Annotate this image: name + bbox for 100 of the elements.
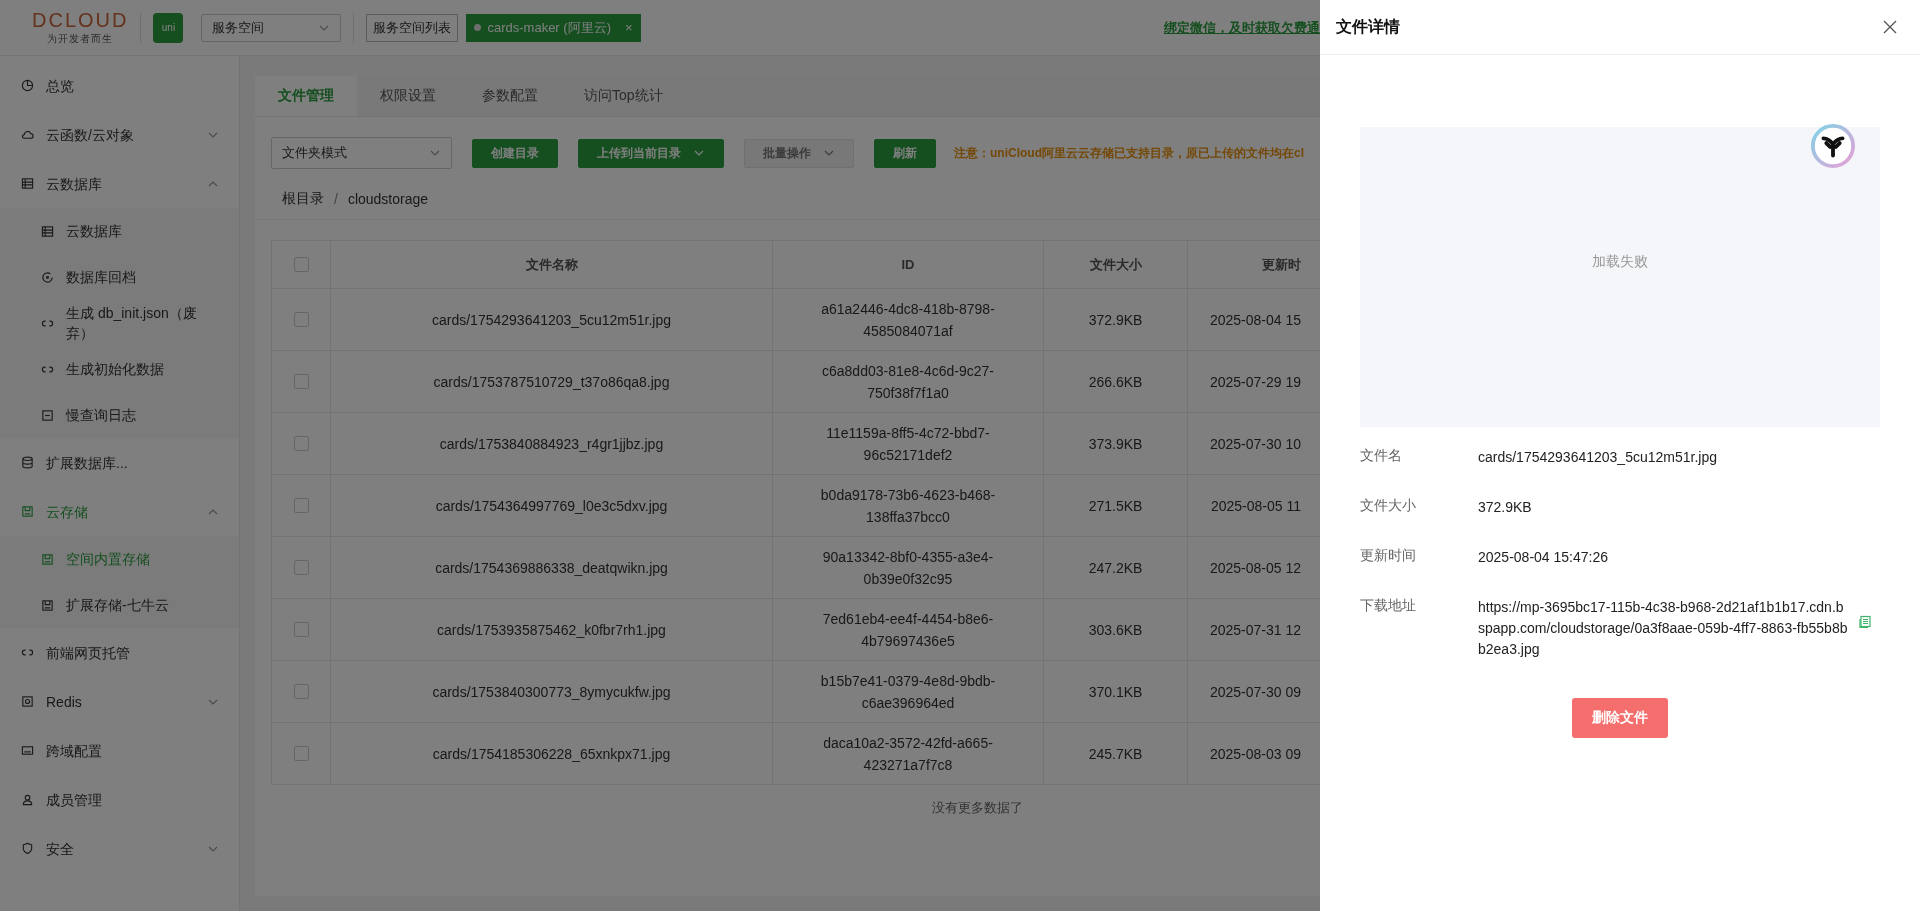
- space-name: cards-maker (阿里云): [487, 18, 611, 37]
- toolbar-button[interactable]: 上传到当前目录: [578, 138, 724, 168]
- row-checkbox[interactable]: [293, 622, 309, 637]
- table-cell: cards/1753840300773_8ymycukfw.jpg: [330, 661, 772, 722]
- sidebar-item[interactable]: 总览: [0, 61, 239, 110]
- row-checkbox[interactable]: [293, 746, 309, 761]
- restore-icon: [41, 270, 54, 284]
- space-tag[interactable]: cards-maker (阿里云) ×: [466, 13, 641, 42]
- breadcrumb-link[interactable]: cloudstorage: [347, 191, 429, 207]
- table-cell: 11e1159a-8ff5-4c72-bbd7-96c52171def2: [772, 413, 1043, 474]
- space-list-button[interactable]: 服务空间列表: [366, 13, 459, 42]
- field-value: 2025-08-04 15:47:26: [1478, 548, 1608, 567]
- tab[interactable]: 参数配置: [459, 76, 561, 116]
- table-cell: cards/1754185306228_65xnkpx71.jpg: [330, 723, 772, 784]
- user-icon: [21, 793, 34, 806]
- sidebar-subitem[interactable]: 空间内置存储: [0, 536, 239, 582]
- sidebar-item[interactable]: 云函数/云对象: [0, 110, 239, 159]
- row-checkbox[interactable]: [293, 498, 309, 513]
- sidebar-item[interactable]: 安全: [0, 824, 239, 873]
- table-cell: 372.9KB: [1043, 289, 1187, 350]
- sidebar-subitem[interactable]: 生成初始化数据: [0, 346, 239, 392]
- space-select[interactable]: 服务空间: [201, 13, 342, 42]
- sidebar-subitem[interactable]: 数据库回档: [0, 254, 239, 300]
- table-cell: 2025-07-29 19: [1187, 351, 1307, 412]
- sidebar-item[interactable]: 成员管理: [0, 775, 239, 824]
- table-cell: cards/1753935875462_k0fbr7rh1.jpg: [330, 599, 772, 660]
- delete-file-button[interactable]: 删除文件: [1572, 698, 1668, 738]
- table-cell: 2025-08-03 09: [1187, 723, 1307, 784]
- table-cell: 2025-07-31 12: [1187, 599, 1307, 660]
- table-cell: 90a13342-8bf0-4355-a3e4-0b39e0f32c95: [772, 537, 1043, 598]
- field-value: 372.9KB: [1478, 498, 1532, 517]
- breadcrumb-separator: /: [334, 191, 338, 207]
- wechat-link[interactable]: 绑定微信，及时获取欠费通: [1164, 18, 1320, 37]
- toolbar-button[interactable]: 刷新: [874, 138, 936, 168]
- field-label: 更新时间: [1360, 546, 1417, 565]
- table-cell: 271.5KB: [1043, 475, 1187, 536]
- table-cell: 2025-08-05 12: [1187, 537, 1307, 598]
- row-checkbox[interactable]: [293, 374, 309, 389]
- shield-icon: [21, 842, 34, 855]
- status-dot-icon: [474, 24, 482, 31]
- logo-slogan: 为开发者而生: [47, 32, 114, 46]
- sidebar-item[interactable]: 云数据库: [0, 159, 239, 208]
- table-cell: cards/1754293641203_5cu12m51r.jpg: [330, 289, 772, 350]
- sidebar-item[interactable]: 扩展数据库...: [0, 438, 239, 487]
- pie-chart-icon: [21, 79, 34, 92]
- row-checkbox[interactable]: [293, 312, 309, 327]
- table-cell: b0da9178-73b6-4623-b468-138ffa37bcc0: [772, 475, 1043, 536]
- table-cell: cards/1754369886338_deatqwikn.jpg: [330, 537, 772, 598]
- logo-text: DCLOUD: [32, 9, 129, 32]
- row-checkbox[interactable]: [293, 684, 309, 699]
- database-icon: [21, 456, 34, 469]
- mode-select[interactable]: 文件夹模式: [271, 137, 452, 169]
- table-cell: b15b7e41-0379-4e8d-9bdb-c6ae396964ed: [772, 661, 1043, 722]
- app-badge: uni: [153, 12, 184, 43]
- field-label: 文件大小: [1360, 496, 1417, 515]
- table-cell: cards/1753840884923_r4gr1jjbz.jpg: [330, 413, 772, 474]
- download-url: https://mp-3695bc17-115b-4c38-b968-2d21af1b1b17.cdn.bspapp.com/cloudstorage/0a3f8aae-059b-4ff7-8863-fb55b8bb2ea3.jpg: [1478, 598, 1848, 659]
- table-cell: 373.9KB: [1043, 413, 1187, 474]
- table-cell: daca10a2-3572-42fd-a665-423271a7f7c8: [772, 723, 1043, 784]
- table-cell: 247.2KB: [1043, 537, 1187, 598]
- toolbar-button[interactable]: 创建目录: [472, 138, 558, 168]
- table-cell: 2025-07-30 09: [1187, 661, 1307, 722]
- sidebar-item[interactable]: 跨域配置: [0, 726, 239, 775]
- table-cell: a61a2446-4dc8-418b-8798-4585084071af: [772, 289, 1043, 350]
- load-failed-text: 加载失败: [1592, 253, 1648, 271]
- plugin-logo-icon[interactable]: [1810, 123, 1856, 169]
- column-header: ID: [772, 241, 1043, 288]
- cloud-icon: [21, 128, 34, 141]
- table-cell: cards/1754364997769_l0e3c5dxv.jpg: [330, 475, 772, 536]
- sidebar-subitem[interactable]: 生成 db_init.json（废弃）: [0, 300, 239, 346]
- close-icon[interactable]: [1882, 19, 1898, 35]
- select-all-checkbox[interactable]: [293, 257, 309, 272]
- row-checkbox[interactable]: [293, 560, 309, 575]
- table-cell: 7ed61eb4-ee4f-4454-b8e6-4b79697436e5: [772, 599, 1043, 660]
- drawer-title: 文件详情: [1336, 16, 1400, 37]
- copy-icon[interactable]: [1858, 614, 1872, 629]
- table-cell: 303.6KB: [1043, 599, 1187, 660]
- sidebar-subitem[interactable]: 扩展存储-七牛云: [0, 582, 239, 628]
- tab[interactable]: 权限设置: [357, 76, 459, 116]
- table-cell: c6a8dd03-81e8-4c6d-9c27-750f38f7f1a0: [772, 351, 1043, 412]
- sidebar-item[interactable]: Redis: [0, 677, 239, 726]
- table-cell: 2025-08-05 11: [1187, 475, 1307, 536]
- tab[interactable]: 访问Top统计: [561, 76, 686, 116]
- disk-icon: [21, 505, 34, 518]
- table-cell: cards/1753787510729_t37o86qa8.jpg: [330, 351, 772, 412]
- field-value: cards/1754293641203_5cu12m51r.jpg: [1478, 448, 1717, 467]
- column-header: 文件名称: [330, 241, 772, 288]
- breadcrumb-link[interactable]: 根目录: [282, 190, 324, 208]
- tab[interactable]: 文件管理: [255, 76, 357, 116]
- sidebar-item[interactable]: 云存储: [0, 487, 239, 536]
- sidebar-item[interactable]: 前端网页托管: [0, 628, 239, 677]
- sidebar-subitem[interactable]: 云数据库: [0, 208, 239, 254]
- notice-text: 注意：uniCloud阿里云云存储已支持目录，原已上传的文件均在cl: [954, 144, 1304, 162]
- close-tag-button[interactable]: ×: [624, 20, 633, 35]
- column-header: 更新时: [1187, 241, 1307, 288]
- field-label: 下载地址: [1360, 596, 1417, 615]
- row-checkbox[interactable]: [293, 436, 309, 451]
- table-cell: 370.1KB: [1043, 661, 1187, 722]
- server-icon: [21, 695, 34, 708]
- sidebar-subitem[interactable]: 慢查询日志: [0, 392, 239, 438]
